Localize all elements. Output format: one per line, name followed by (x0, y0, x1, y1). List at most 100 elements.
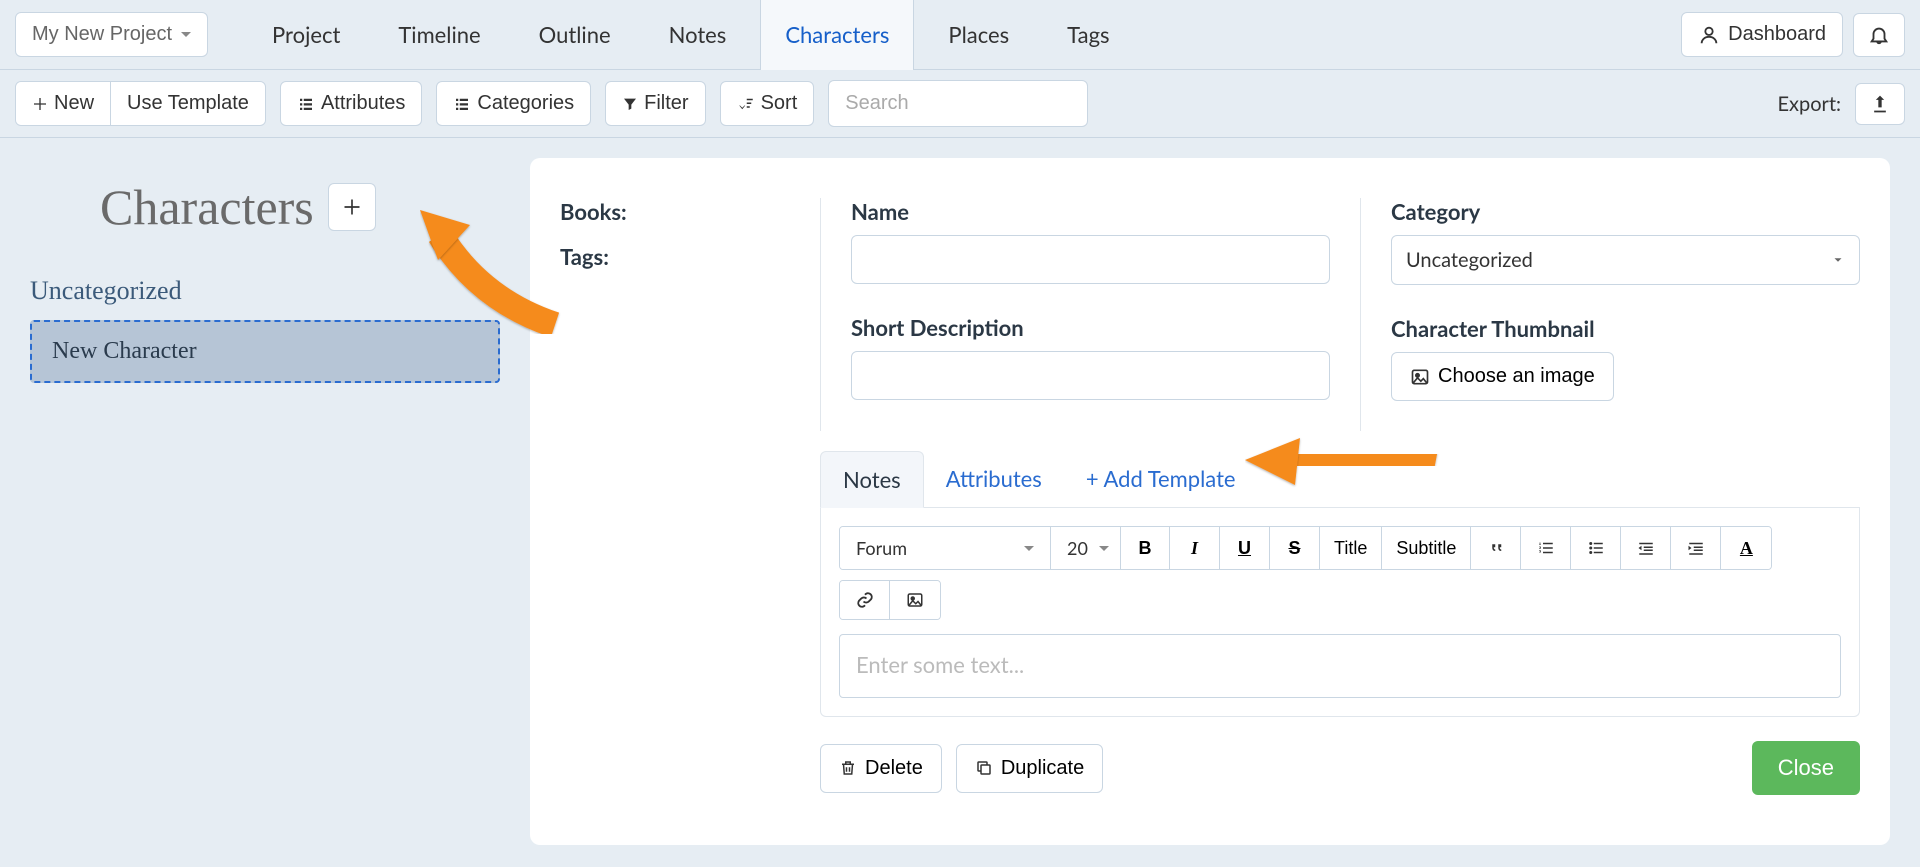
ol-icon (1537, 539, 1555, 557)
tab-project[interactable]: Project (248, 0, 364, 70)
sort-icon (737, 95, 755, 113)
page-title: Characters (100, 178, 314, 236)
italic-icon: I (1191, 538, 1198, 559)
ul-icon (1587, 539, 1605, 557)
divider (820, 198, 821, 431)
tab-notes[interactable]: Notes (645, 0, 751, 70)
category-value: Uncategorized (1406, 248, 1533, 272)
subtab-attributes[interactable]: Attributes (924, 451, 1064, 507)
font-value: Forum (856, 537, 907, 559)
category-select[interactable]: Uncategorized (1391, 235, 1860, 285)
strike-icon: S (1288, 538, 1300, 559)
tab-outline[interactable]: Outline (515, 0, 635, 70)
attributes-label: Attributes (321, 92, 405, 115)
add-character-button[interactable] (328, 183, 376, 231)
text-color-button[interactable]: A (1721, 527, 1771, 569)
outdent-button[interactable] (1621, 527, 1671, 569)
tab-places[interactable]: Places (924, 0, 1033, 70)
attributes-button[interactable]: Attributes (280, 81, 422, 126)
filter-button[interactable]: Filter (605, 81, 705, 126)
indent-icon (1687, 539, 1705, 557)
editor-textarea[interactable]: Enter some text... (839, 634, 1841, 698)
sort-button[interactable]: Sort (720, 81, 815, 126)
new-button[interactable]: New (16, 82, 111, 125)
indent-button[interactable] (1671, 527, 1721, 569)
trash-icon (839, 759, 857, 777)
font-select[interactable]: Forum (840, 527, 1050, 569)
plus-icon (32, 96, 48, 112)
size-select[interactable]: 20 (1050, 527, 1120, 569)
quote-button[interactable] (1471, 527, 1521, 569)
sub-toolbar: New Use Template Attributes Categories F… (0, 70, 1920, 138)
close-button[interactable]: Close (1752, 741, 1860, 795)
export-label: Export: (1777, 92, 1841, 116)
export-icon (1870, 94, 1890, 114)
italic-button[interactable]: I (1170, 527, 1220, 569)
top-nav: My New Project Project Timeline Outline … (0, 0, 1920, 70)
delete-button[interactable]: Delete (820, 744, 942, 793)
new-group: New Use Template (15, 81, 266, 126)
character-panel: Books: Tags: Name Short Description Cate… (530, 158, 1890, 845)
thumbnail-label: Character Thumbnail (1391, 315, 1860, 342)
strike-button[interactable]: S (1270, 527, 1320, 569)
export-button[interactable] (1855, 83, 1905, 125)
plus-icon (342, 197, 362, 217)
list-icon (453, 95, 471, 113)
caret-down-icon (1024, 546, 1034, 551)
categories-button[interactable]: Categories (436, 81, 591, 126)
image-icon (1410, 367, 1430, 387)
title-button[interactable]: Title (1320, 527, 1382, 569)
short-desc-label: Short Description (851, 314, 1330, 341)
bold-icon: B (1139, 538, 1152, 559)
chevron-down-icon (1831, 253, 1845, 267)
size-value: 20 (1067, 537, 1088, 559)
caret-down-icon (1099, 546, 1109, 551)
tab-tags[interactable]: Tags (1043, 0, 1133, 70)
duplicate-button[interactable]: Duplicate (956, 744, 1103, 793)
subtabs: Notes Attributes + Add Template (820, 451, 1860, 508)
list-icon (297, 95, 315, 113)
project-dropdown[interactable]: My New Project (15, 12, 208, 57)
link-button[interactable] (840, 581, 890, 619)
group-label: Uncategorized (30, 276, 500, 306)
choose-image-button[interactable]: Choose an image (1391, 352, 1614, 401)
duplicate-icon (975, 759, 993, 777)
underline-icon: U (1238, 538, 1251, 559)
search-input[interactable] (828, 80, 1088, 127)
delete-label: Delete (865, 757, 923, 780)
use-template-button[interactable]: Use Template (111, 82, 265, 125)
outdent-icon (1637, 539, 1655, 557)
sort-label: Sort (761, 92, 798, 115)
dashboard-label: Dashboard (1728, 23, 1826, 46)
underline-button[interactable]: U (1220, 527, 1270, 569)
duplicate-label: Duplicate (1001, 757, 1084, 780)
books-label: Books: (560, 198, 790, 225)
short-desc-input[interactable] (851, 351, 1330, 400)
user-icon (1698, 24, 1720, 46)
subtitle-button[interactable]: Subtitle (1382, 527, 1471, 569)
editor-container: Forum 20 B I U S Title Subtitle (820, 508, 1860, 717)
name-label: Name (851, 198, 1330, 225)
dashboard-button[interactable]: Dashboard (1681, 12, 1843, 57)
filter-label: Filter (644, 92, 688, 115)
subtab-notes[interactable]: Notes (820, 451, 924, 508)
bold-button[interactable]: B (1120, 527, 1170, 569)
categories-label: Categories (477, 92, 574, 115)
subtab-add-template[interactable]: + Add Template (1064, 451, 1258, 507)
image-icon (906, 591, 924, 609)
choose-image-label: Choose an image (1438, 365, 1595, 388)
bullet-list-button[interactable] (1571, 527, 1621, 569)
bell-icon (1868, 24, 1890, 46)
name-input[interactable] (851, 235, 1330, 284)
project-name: My New Project (32, 23, 172, 46)
notifications-button[interactable] (1853, 13, 1905, 57)
ordered-list-button[interactable] (1521, 527, 1571, 569)
filter-icon (622, 96, 638, 112)
tab-characters[interactable]: Characters (760, 0, 914, 70)
tab-timeline[interactable]: Timeline (374, 0, 504, 70)
insert-image-button[interactable] (890, 581, 940, 619)
character-list-item[interactable]: New Character (30, 320, 500, 383)
category-label: Category (1391, 198, 1860, 225)
caret-down-icon (181, 32, 191, 37)
text-color-icon: A (1740, 538, 1753, 559)
